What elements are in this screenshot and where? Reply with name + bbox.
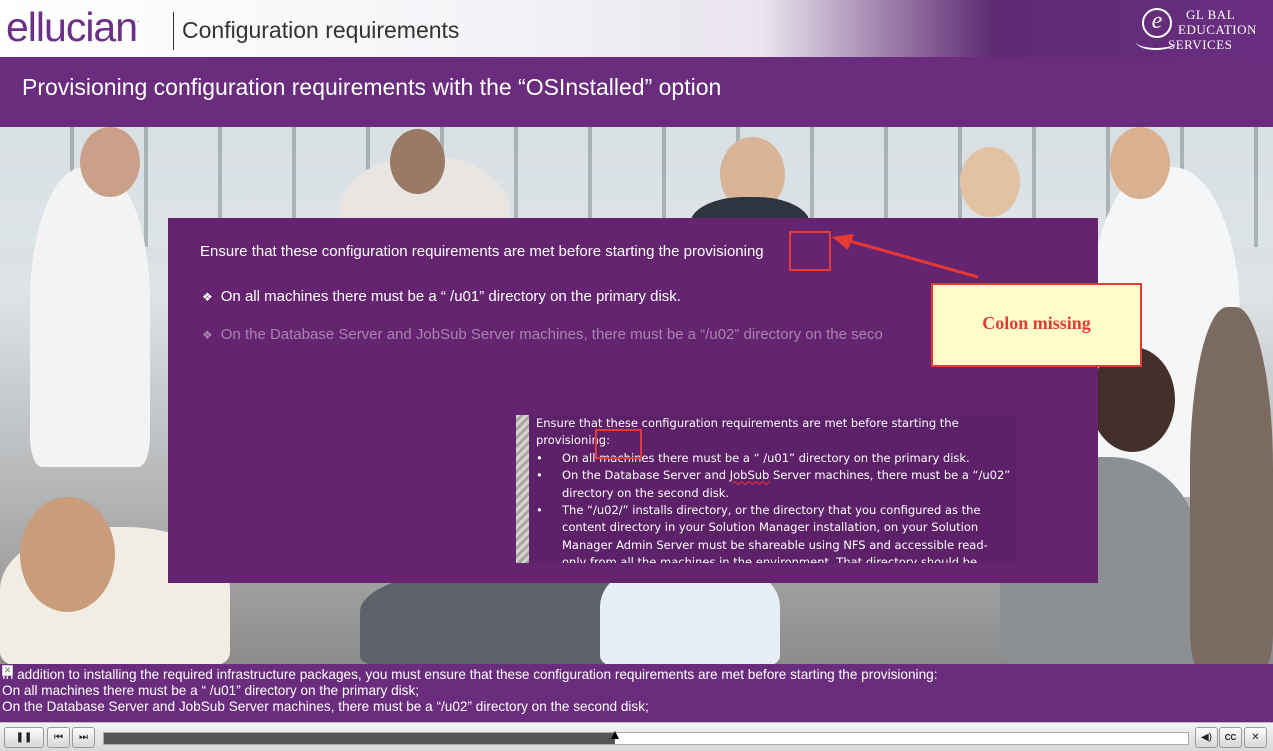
caption-close-icon[interactable]: ✕ [2,665,13,676]
header-bar: ellucian. Configuration requirements e G… [0,0,1273,57]
seek-thumb-icon[interactable] [610,731,619,739]
closed-caption-panel: In addition to installing the required i… [0,664,1273,722]
volume-button[interactable]: ◀) [1195,727,1218,748]
diamond-bullet-icon: ❖ [202,290,213,304]
caption-line: On all machines there must be a “ /u01” … [2,683,420,698]
next-button[interactable]: ⏭ [72,727,95,748]
doc-list-item: On the Database Server and JobSub Server… [536,467,1011,502]
pause-button[interactable]: ❚❚ [4,727,44,748]
reference-document-snippet: Ensure that these configuration requirem… [516,415,1016,563]
annotation-label: Colon missing [982,313,1091,333]
seek-bar[interactable] [103,731,1189,745]
slide-title: Provisioning configuration requirements … [22,74,722,100]
bullet-item-faded: ❖ On the Database Server and JobSub Serve… [202,326,883,343]
arrow-icon [832,234,979,279]
global-education-services-logo: e GL BAL EDUCATION SERVICES [1134,4,1270,54]
intro-text: Ensure that these configuration requirem… [200,243,764,260]
ellucian-logo: ellucian. [6,4,139,50]
close-button[interactable]: ✕ [1244,727,1267,748]
closed-caption-button[interactable]: CC [1219,727,1242,748]
caption-line: In addition to installing the required i… [2,667,938,682]
header-title: Configuration requirements [182,17,460,43]
seek-progress [104,733,615,744]
highlight-box-slide [789,231,831,271]
diamond-bullet-icon: ❖ [202,328,213,342]
player-controls: ❚❚ ⏮ ⏭ ◀) CC ✕ [0,722,1273,751]
misspelled-word: JobSub [729,468,770,483]
header-divider [173,12,174,50]
document-edge-image [516,415,529,563]
doc-list-item: The “/u02/” installs directory, or the d… [536,502,1011,563]
caption-line: On the Database Server and JobSub Server… [2,699,649,714]
previous-button[interactable]: ⏮ [47,727,70,748]
bullet-item: ❖ On all machines there must be a “ /u01”… [202,288,681,305]
highlight-box-document [595,429,642,459]
annotation-callout: Colon missing [931,283,1142,367]
